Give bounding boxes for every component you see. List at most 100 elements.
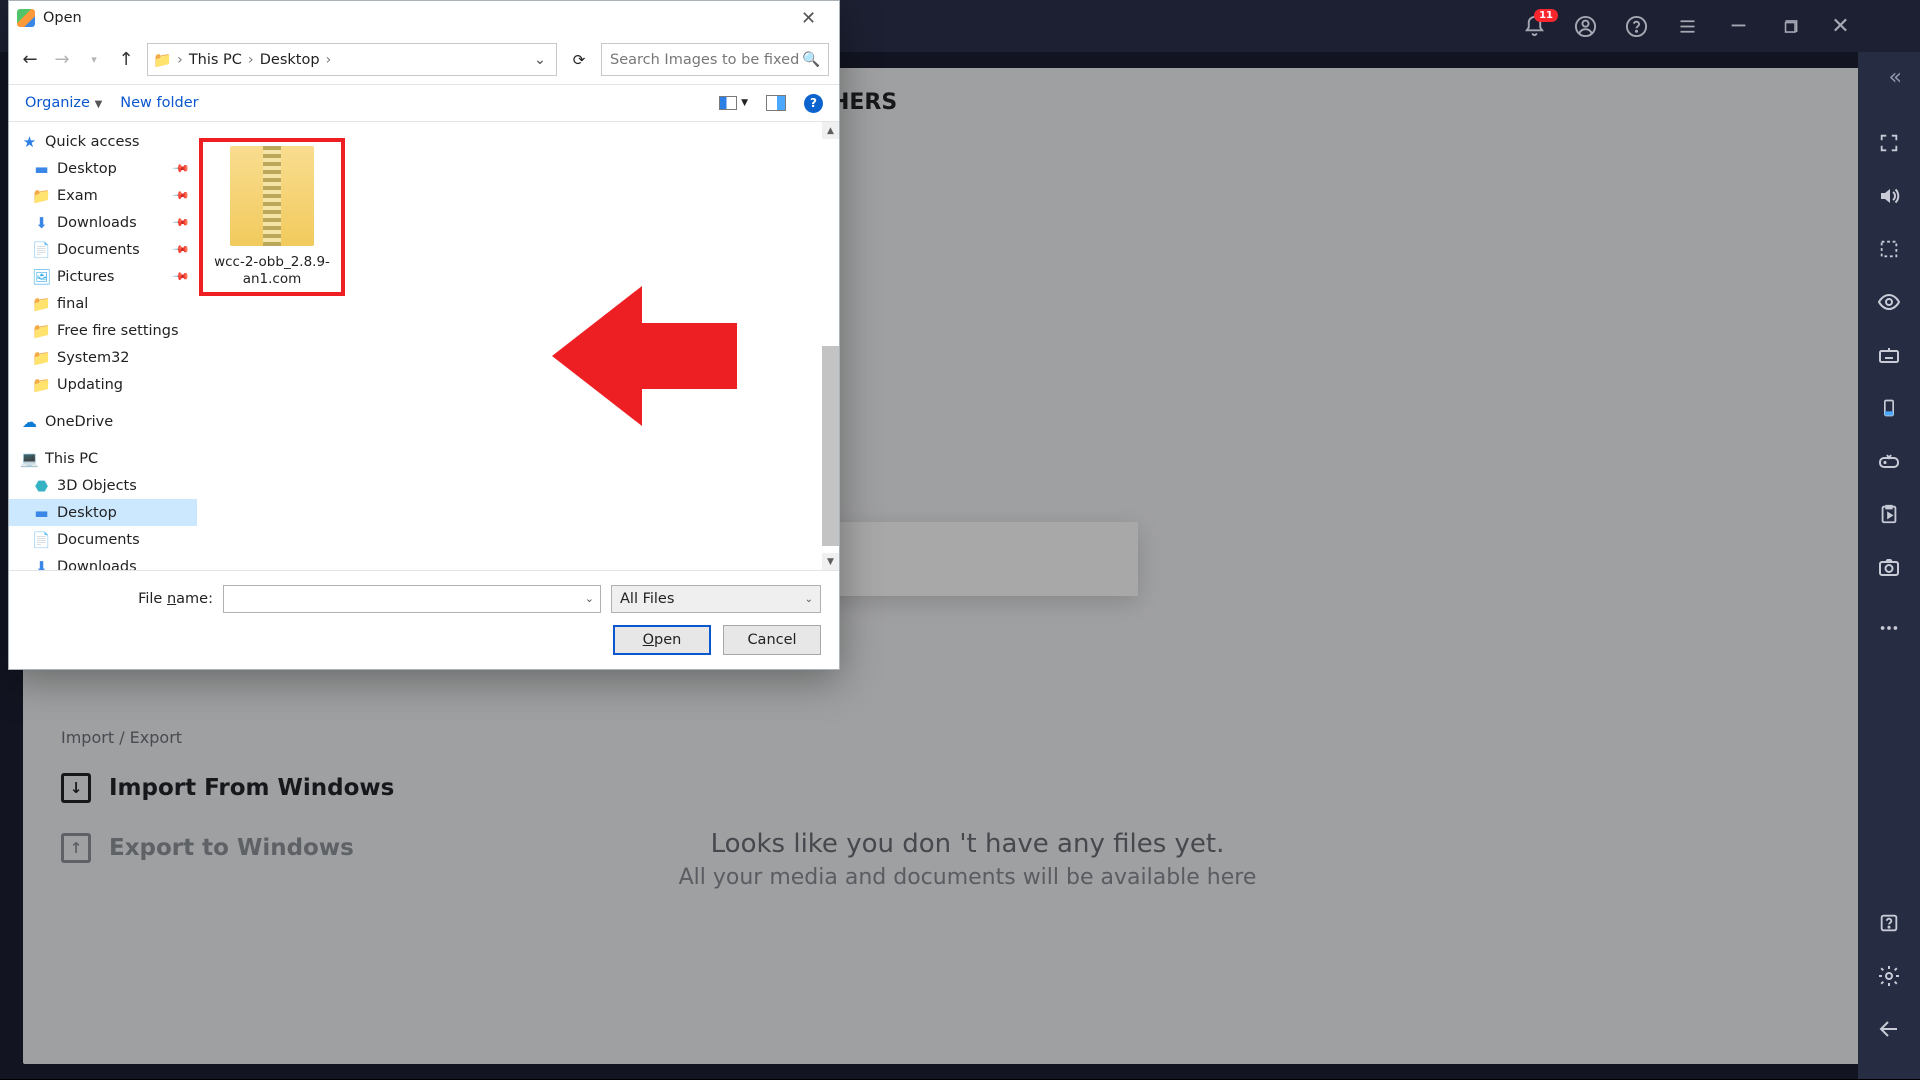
import-export-header: Import / Export — [61, 728, 394, 747]
dialog-help-icon[interactable]: ? — [804, 94, 823, 113]
device-icon[interactable] — [1877, 395, 1902, 420]
scroll-up-icon[interactable]: ▲ — [822, 122, 839, 139]
restore-icon[interactable] — [1778, 15, 1801, 38]
minimize-icon[interactable]: ─ — [1727, 15, 1750, 38]
open-button[interactable]: Open — [613, 625, 711, 655]
nav-final[interactable]: 📁final — [9, 290, 197, 317]
gear-icon[interactable] — [1877, 963, 1902, 988]
import-from-windows[interactable]: ↓Import From Windows — [61, 773, 394, 803]
pin-icon: 📌 — [172, 240, 191, 259]
navigation-pane[interactable]: ★Quick access ▬Desktop📌 📁Exam📌 ⬇Download… — [9, 122, 197, 570]
zip-file-icon — [230, 146, 314, 246]
loading-bar — [823, 522, 1138, 596]
chevron-down-icon[interactable]: ⌄ — [585, 592, 594, 605]
nav-system32[interactable]: 📁System32 — [9, 344, 197, 371]
folder-icon: 📁 — [33, 349, 50, 366]
file-item[interactable]: wcc-2-obb_2.8.9-an1.com — [207, 146, 337, 288]
star-icon: ★ — [21, 133, 38, 150]
folder-icon: 📁 — [33, 295, 50, 312]
nav-quick-access[interactable]: ★Quick access — [9, 128, 197, 155]
view-mode-button[interactable]: ▼ — [719, 96, 748, 110]
folder-icon: 📁 — [154, 51, 171, 68]
dialog-title: Open — [43, 10, 82, 26]
downloads-icon: ⬇ — [33, 214, 50, 231]
thispc-icon: 💻 — [21, 450, 38, 467]
nav-recent-icon[interactable]: ▾ — [83, 53, 105, 66]
nav-3dobjects[interactable]: ⬣3D Objects — [9, 472, 197, 499]
camera-icon[interactable] — [1877, 554, 1902, 579]
volume-icon[interactable] — [1877, 183, 1902, 208]
export-icon: ↑ — [61, 833, 91, 863]
new-folder-button[interactable]: New folder — [120, 95, 198, 111]
nav-back-icon[interactable]: ← — [19, 49, 41, 70]
more-icon[interactable] — [1877, 615, 1902, 640]
nav-onedrive[interactable]: ☁OneDrive — [9, 408, 197, 435]
search-placeholder: Search Images to be fixed — [610, 52, 799, 68]
help2-icon[interactable] — [1877, 910, 1902, 935]
notification-bell-icon[interactable]: 11 — [1523, 15, 1546, 38]
nav-documents[interactable]: 📄Documents📌 — [9, 236, 197, 263]
pin-icon: 📌 — [172, 267, 191, 286]
folder-icon: 📁 — [33, 376, 50, 393]
import-export-panel: Import / Export ↓Import From Windows ↑Ex… — [61, 728, 394, 893]
keyboard-icon[interactable] — [1877, 342, 1902, 367]
dialog-titlebar: Open ✕ — [9, 1, 839, 35]
dialog-close-icon[interactable]: ✕ — [786, 8, 831, 29]
chevron-right-icon: › — [248, 52, 254, 68]
nav-downloads-pc[interactable]: ⬇Downloads — [9, 553, 197, 570]
chevron-down-icon: ⌄ — [805, 594, 813, 605]
downloads-icon: ⬇ — [33, 558, 50, 570]
gamepad-icon[interactable] — [1877, 448, 1902, 473]
nav-documents-pc[interactable]: 📄Documents — [9, 526, 197, 553]
nav-downloads[interactable]: ⬇Downloads📌 — [9, 209, 197, 236]
empty-title: Looks like you don 't have any files yet… — [679, 829, 1257, 859]
nav-freefire[interactable]: 📁Free fire settings — [9, 317, 197, 344]
folder-icon: 📁 — [33, 187, 50, 204]
eye-icon[interactable] — [1877, 289, 1902, 314]
search-field[interactable]: Search Images to be fixed 🔍 — [601, 43, 829, 76]
pin-icon: 📌 — [172, 213, 191, 232]
close-icon[interactable]: ✕ — [1829, 15, 1852, 38]
chevron-right-icon: › — [326, 52, 332, 68]
nav-desktop[interactable]: ▬Desktop📌 — [9, 155, 197, 182]
collapse-arrow-icon[interactable]: « — [1889, 65, 1902, 90]
pictures-icon: 🖼 — [33, 268, 50, 285]
file-name: wcc-2-obb_2.8.9-an1.com — [207, 254, 337, 288]
hamburger-icon[interactable] — [1676, 15, 1699, 38]
nav-thispc[interactable]: 💻This PC — [9, 445, 197, 472]
import-icon: ↓ — [61, 773, 91, 803]
preview-pane-button[interactable] — [766, 95, 786, 111]
refresh-icon[interactable]: ⟳ — [567, 51, 591, 69]
breadcrumb-leaf[interactable]: Desktop — [260, 52, 320, 68]
nav-desktop-pc[interactable]: ▬Desktop — [9, 499, 197, 526]
nav-forward-icon[interactable]: → — [51, 49, 73, 70]
scroll-down-icon[interactable]: ▼ — [822, 553, 839, 570]
dialog-toolbar: Organize ▼ New folder ▼ ? — [9, 84, 839, 122]
dialog-footer: File name: ⌄ All Files⌄ Open Cancel — [9, 570, 839, 669]
account-icon[interactable] — [1574, 15, 1597, 38]
breadcrumb[interactable]: 📁 › This PC › Desktop › ⌄ — [147, 43, 557, 76]
export-to-windows[interactable]: ↑Export to Windows — [61, 833, 394, 863]
breadcrumb-dropdown-icon[interactable]: ⌄ — [534, 52, 550, 68]
filename-label: File name: — [138, 591, 213, 607]
clipboard-play-icon[interactable] — [1877, 501, 1902, 526]
documents-icon: 📄 — [33, 531, 50, 548]
address-bar-row: ← → ▾ ↑ 📁 › This PC › Desktop › ⌄ ⟳ Sear… — [9, 35, 839, 84]
nav-up-icon[interactable]: ↑ — [115, 49, 137, 70]
nav-pictures[interactable]: 🖼Pictures📌 — [9, 263, 197, 290]
nav-updating[interactable]: 📁Updating — [9, 371, 197, 398]
file-type-dropdown[interactable]: All Files⌄ — [611, 585, 821, 613]
file-list[interactable]: ▲ ▼ wcc-2-obb_2.8.9-an1.com — [197, 122, 839, 570]
crop-icon[interactable] — [1877, 236, 1902, 261]
fullscreen-icon[interactable] — [1877, 130, 1902, 155]
cancel-button[interactable]: Cancel — [723, 625, 821, 655]
desktop-icon: ▬ — [33, 504, 50, 521]
back-arrow-icon[interactable] — [1877, 1016, 1902, 1041]
nav-exam[interactable]: 📁Exam📌 — [9, 182, 197, 209]
breadcrumb-root[interactable]: This PC — [189, 52, 242, 68]
notification-badge: 11 — [1534, 9, 1558, 22]
help-icon[interactable] — [1625, 15, 1648, 38]
filename-field[interactable]: ⌄ — [223, 585, 601, 613]
organize-button[interactable]: Organize ▼ — [25, 95, 102, 111]
folder-icon: 📁 — [33, 322, 50, 339]
